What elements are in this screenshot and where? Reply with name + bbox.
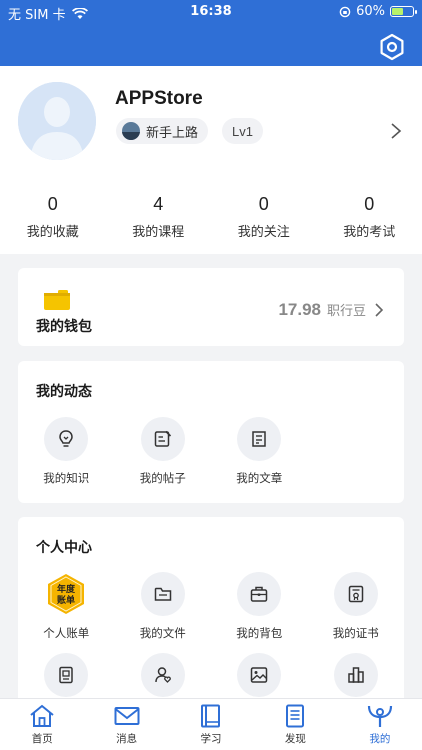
stat-value: 0 xyxy=(47,194,58,214)
lightbulb-icon xyxy=(44,417,89,461)
chevron-right-icon[interactable] xyxy=(374,302,384,318)
wallet-card[interactable]: 我的钱包 17.98 职行豆 xyxy=(18,268,404,346)
center-grid-row1: 年度 账单 个人账单 我的文件 我的背包 我的证书 xyxy=(18,572,404,641)
profile-card[interactable]: APPStore 新手上路 Lv1 0 我的收藏 4 我的课程 0 我的关注 0… xyxy=(0,66,422,254)
tab-me[interactable]: 我的 xyxy=(338,699,422,750)
stat-following[interactable]: 0 我的关注 xyxy=(211,194,317,244)
grid-item-label: 个人账单 xyxy=(43,626,90,640)
tab-discover[interactable]: 发现 xyxy=(253,699,337,750)
stat-value: 0 xyxy=(258,194,269,214)
avatar[interactable] xyxy=(18,82,96,160)
wallet-title: 我的钱包 xyxy=(36,319,92,335)
badge-text-1: 年度 xyxy=(57,583,76,595)
tab-learn[interactable]: 学习 xyxy=(169,699,253,750)
tab-label: 消息 xyxy=(116,733,138,745)
grid-item-files[interactable]: 我的文件 xyxy=(115,572,212,641)
user-heart-icon xyxy=(140,653,185,697)
header-bar: 无 SIM 卡 16:38 60% xyxy=(0,0,422,66)
grid-item-label: 我的知识 xyxy=(43,471,90,485)
personal-center-card: 个人中心 年度 账单 个人账单 我的文件 我的背包 我的证书 xyxy=(18,517,404,717)
status-bar: 无 SIM 卡 16:38 60% xyxy=(0,4,422,23)
stat-favorites[interactable]: 0 我的收藏 xyxy=(0,194,106,244)
tab-label: 发现 xyxy=(284,733,306,745)
bottom-tab-bar: 首页 消息 学习 发现 我的 xyxy=(0,698,422,750)
image-icon xyxy=(237,653,282,697)
chevron-right-icon[interactable] xyxy=(390,122,402,140)
stat-label: 我的关注 xyxy=(237,225,290,240)
grid-item-label: 我的帖子 xyxy=(139,471,186,485)
stat-value: 0 xyxy=(364,194,375,214)
orientation-lock-icon xyxy=(339,6,351,17)
grid-item-bill[interactable]: 年度 账单 个人账单 xyxy=(18,572,115,641)
home-icon xyxy=(30,704,54,727)
battery-fill xyxy=(392,8,404,15)
stat-value: 4 xyxy=(153,194,164,214)
level-name: 新手上路 xyxy=(146,125,199,141)
grid-item-label: 我的文章 xyxy=(236,471,283,485)
center-grid-row2 xyxy=(18,653,404,697)
wallet-icon xyxy=(44,290,70,310)
my-dynamics-card: 我的动态 我的知识 我的帖子 我的文章 xyxy=(18,361,404,503)
level-medal-icon xyxy=(122,122,140,140)
stat-label: 我的收藏 xyxy=(26,225,79,240)
grid-item-articles[interactable]: 我的文章 xyxy=(211,417,308,486)
folder-icon xyxy=(140,572,185,616)
annual-bill-icon: 年度 账单 xyxy=(44,572,88,616)
section-title: 个人中心 xyxy=(36,540,92,556)
battery-percent: 60% xyxy=(356,4,385,19)
username: APPStore xyxy=(115,88,203,109)
tab-home[interactable]: 首页 xyxy=(0,699,84,750)
wallet-balance: 17.98 职行豆 xyxy=(278,300,366,320)
buildings-icon xyxy=(333,653,378,697)
grid-item-row2-4[interactable] xyxy=(308,653,405,697)
grid-item-row2-3[interactable] xyxy=(211,653,308,697)
stat-courses[interactable]: 4 我的课程 xyxy=(106,194,212,244)
id-card-icon xyxy=(44,653,89,697)
settings-hexagon-icon[interactable] xyxy=(378,33,406,61)
wallet-unit: 职行豆 xyxy=(326,304,366,319)
grid-item-knowledge[interactable]: 我的知识 xyxy=(18,417,115,486)
dynamics-grid: 我的知识 我的帖子 我的文章 xyxy=(18,417,404,486)
grid-item-posts[interactable]: 我的帖子 xyxy=(115,417,212,486)
battery-icon xyxy=(390,6,417,17)
section-title: 我的动态 xyxy=(36,384,92,400)
document-icon xyxy=(286,704,305,728)
badge-text-2: 账单 xyxy=(57,594,75,606)
grid-item-certificates[interactable]: 我的证书 xyxy=(308,572,405,641)
mail-icon xyxy=(114,707,140,725)
level-badge[interactable]: 新手上路 xyxy=(116,118,209,144)
tab-label: 首页 xyxy=(31,733,53,745)
default-avatar-icon xyxy=(18,82,96,160)
stat-label: 我的课程 xyxy=(132,225,185,240)
grid-item-label: 我的证书 xyxy=(332,626,379,640)
book-icon xyxy=(201,704,221,728)
status-right: 60% xyxy=(339,4,417,19)
grid-item-label: 我的背包 xyxy=(236,626,283,640)
tab-label: 我的 xyxy=(369,733,391,745)
grid-item-backpack[interactable]: 我的背包 xyxy=(211,572,308,641)
certificate-icon xyxy=(333,572,378,616)
grid-item-label: 我的文件 xyxy=(139,626,186,640)
level-number[interactable]: Lv1 xyxy=(222,118,263,144)
stat-label: 我的考试 xyxy=(343,225,396,240)
briefcase-icon xyxy=(237,572,282,616)
edit-post-icon xyxy=(140,417,185,461)
me-icon xyxy=(367,705,392,727)
grid-item-row2-1[interactable] xyxy=(18,653,115,697)
wallet-amount: 17.98 xyxy=(278,300,321,319)
tab-messages[interactable]: 消息 xyxy=(84,699,168,750)
stat-exams[interactable]: 0 我的考试 xyxy=(317,194,422,244)
grid-item-row2-2[interactable] xyxy=(115,653,212,697)
tab-label: 学习 xyxy=(200,733,222,745)
stats-row: 0 我的收藏 4 我的课程 0 我的关注 0 我的考试 xyxy=(0,194,422,244)
article-icon xyxy=(237,417,282,461)
